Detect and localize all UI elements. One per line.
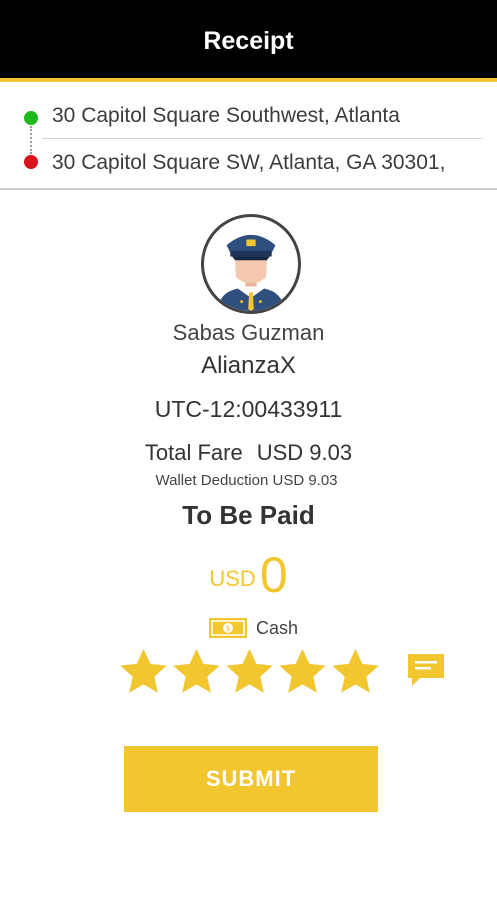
wallet-deduction: Wallet Deduction USD 9.03 (155, 472, 338, 489)
star-icon[interactable] (329, 644, 382, 700)
pickup-dot-icon (24, 111, 38, 125)
amount-due-currency: USD (209, 566, 256, 591)
app-header: Receipt (0, 0, 497, 82)
amount-due: USD0 (0, 546, 497, 604)
comment-icon[interactable] (406, 652, 446, 688)
star-icon[interactable] (170, 644, 223, 700)
page-title: Receipt (203, 26, 294, 55)
driver-name: Sabas Guzman (172, 320, 325, 345)
star-icon[interactable] (223, 644, 276, 700)
svg-text:$: $ (225, 624, 230, 633)
route-divider (42, 138, 483, 139)
car-type: AlianzaX (201, 352, 296, 379)
route-connector (30, 126, 32, 154)
dropoff-dot-icon (24, 155, 38, 169)
taxi-driver-avatar-icon (201, 214, 301, 314)
total-fare: Total Fare USD 9.03 (0, 440, 497, 466)
dropoff-address: 30 Capitol Square SW, Atlanta, GA 30301, (52, 151, 446, 174)
rating-stars[interactable] (117, 644, 382, 700)
trip-id: UTC-12:00433911 (154, 396, 343, 422)
star-icon[interactable] (276, 644, 329, 700)
total-fare-label: Total Fare (144, 440, 243, 465)
cash-icon: $ (209, 618, 247, 638)
star-icon[interactable] (117, 644, 170, 700)
payment-method: $ Cash (208, 617, 298, 639)
amount-due-value: 0 (259, 547, 288, 603)
payment-method-label: Cash (256, 617, 299, 638)
submit-button[interactable]: SUBMIT (124, 746, 378, 812)
route-panel: 30 Capitol Square Southwest, Atlanta 30 … (0, 86, 497, 190)
pickup-address: 30 Capitol Square Southwest, Atlanta (52, 104, 400, 127)
total-fare-value: USD 9.03 (256, 440, 353, 465)
to-be-paid-label: To Be Paid (182, 500, 315, 530)
